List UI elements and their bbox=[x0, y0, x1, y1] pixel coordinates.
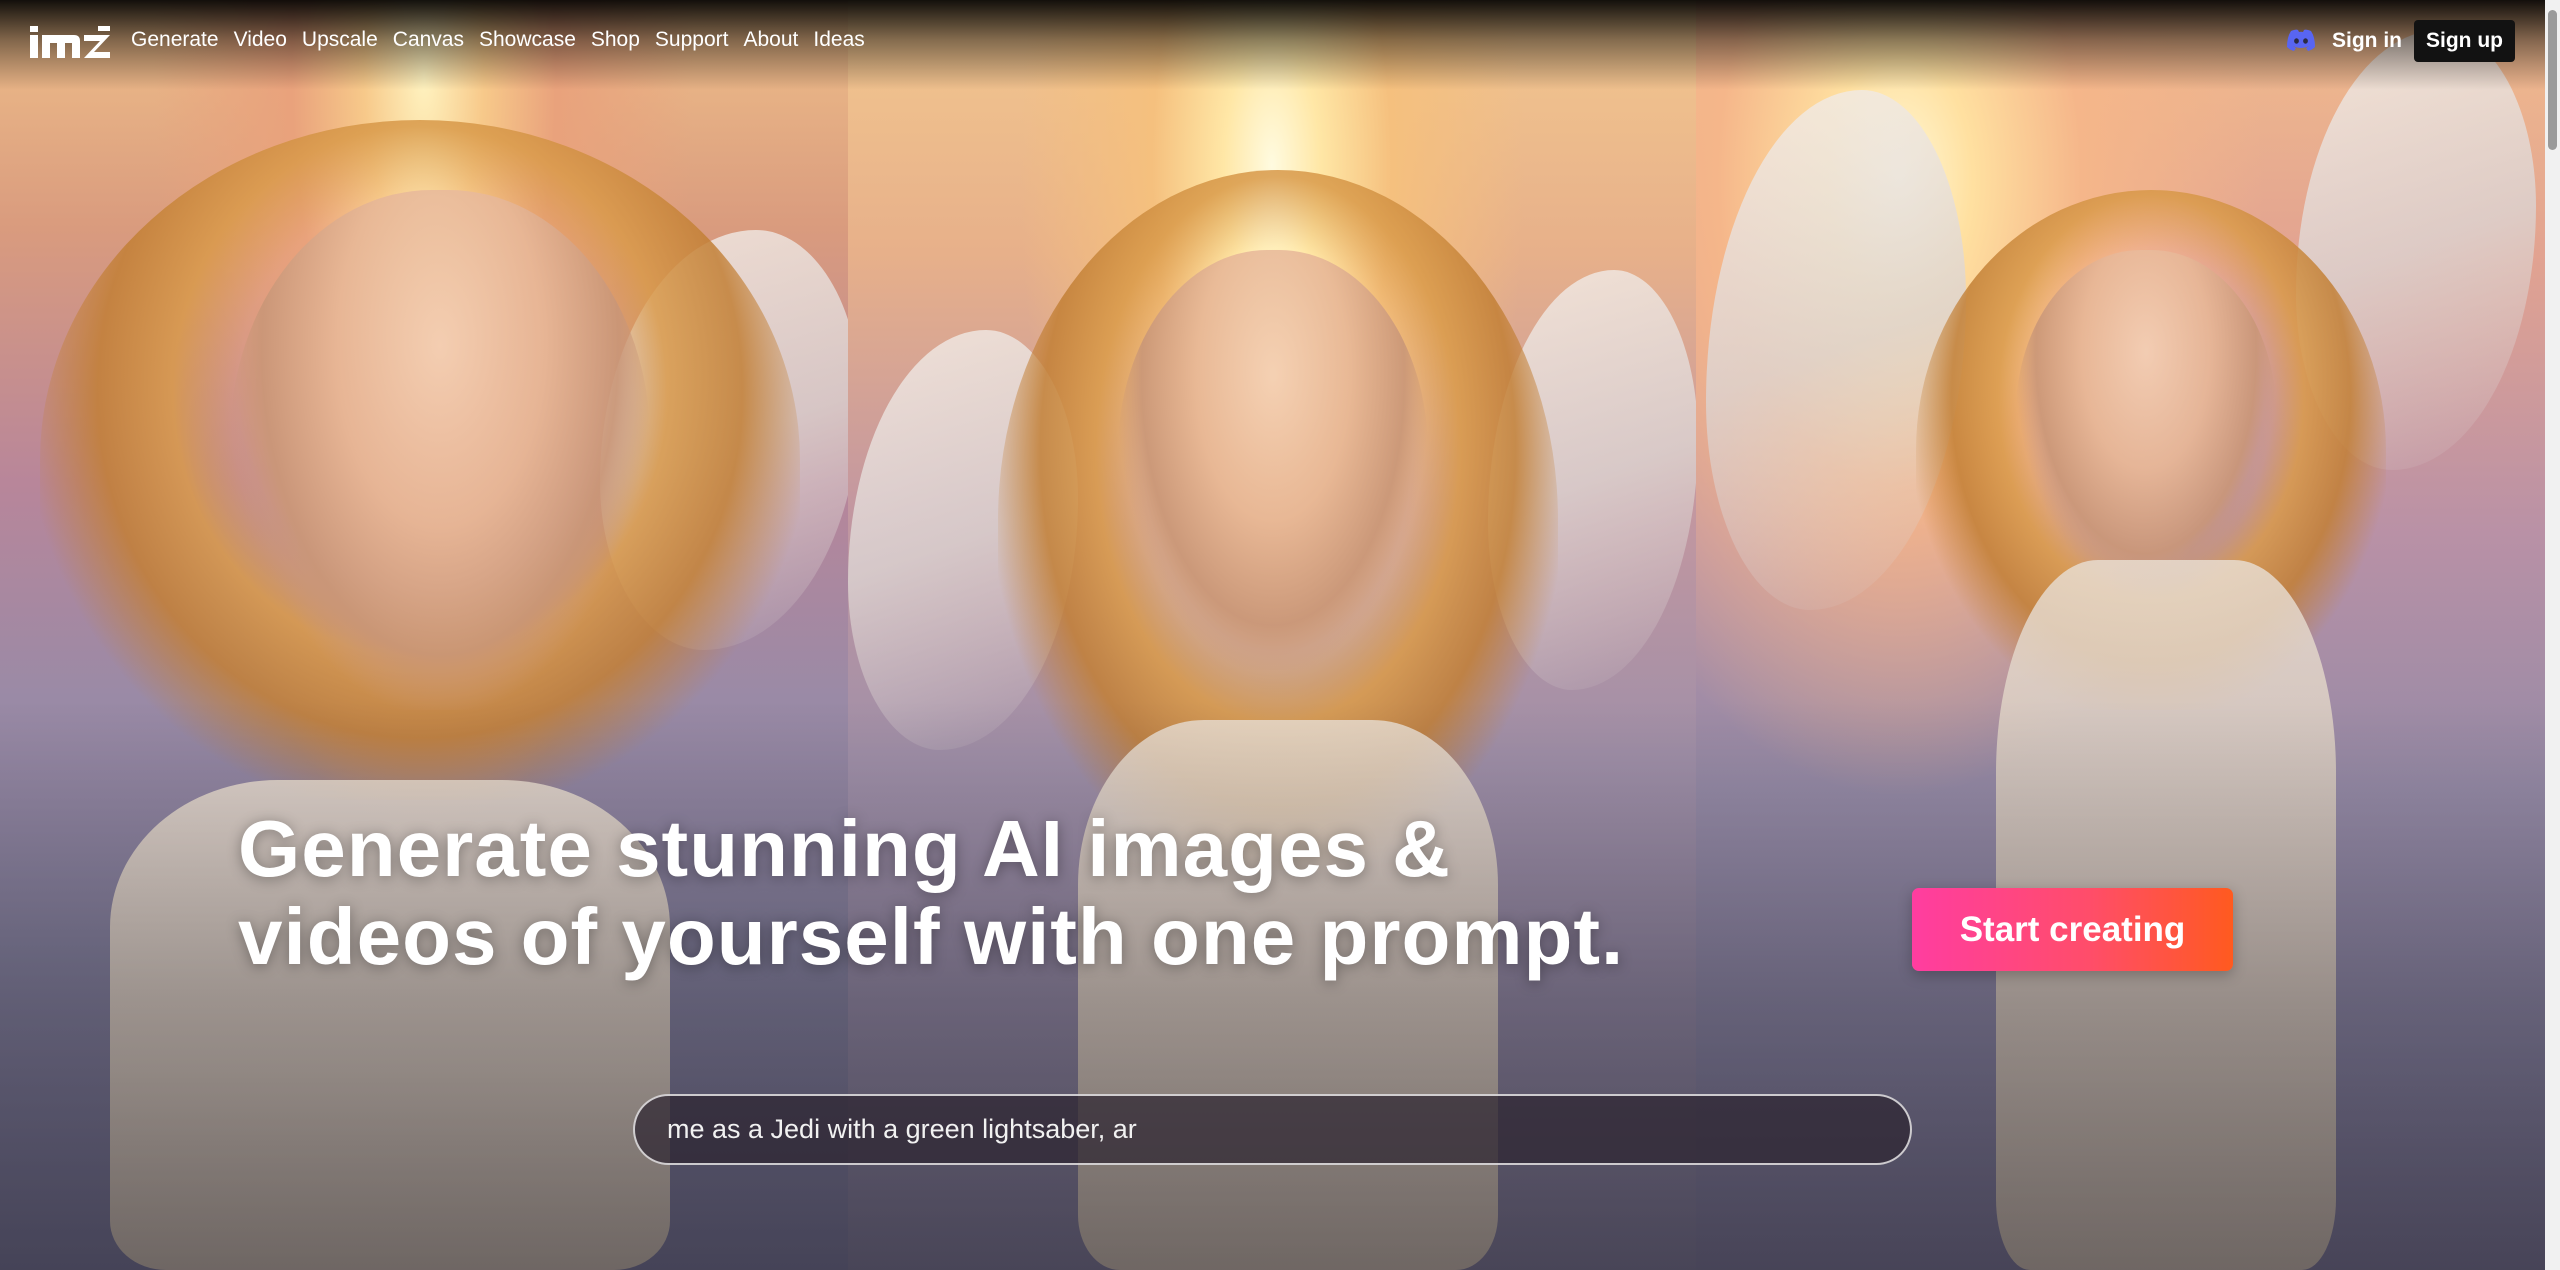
sign-up-button[interactable]: Sign up bbox=[2414, 20, 2515, 62]
sign-in-link[interactable]: Sign in bbox=[2332, 27, 2402, 55]
mz-logo-icon bbox=[30, 26, 110, 58]
nav-upscale[interactable]: Upscale bbox=[302, 26, 378, 54]
nav-showcase[interactable]: Showcase bbox=[479, 26, 576, 54]
nav-ideas[interactable]: Ideas bbox=[813, 26, 864, 54]
hero-headline: Generate stunning AI images & videos of … bbox=[238, 805, 1638, 981]
discord-icon[interactable] bbox=[2285, 28, 2317, 52]
nav-canvas[interactable]: Canvas bbox=[393, 26, 464, 54]
hero-headline-line-1: Generate stunning AI images & bbox=[238, 804, 1451, 893]
top-navbar: Generate Video Upscale Canvas Showcase S… bbox=[0, 0, 2545, 80]
start-creating-button[interactable]: Start creating bbox=[1912, 888, 2233, 971]
nav-generate[interactable]: Generate bbox=[131, 26, 219, 54]
nav-video[interactable]: Video bbox=[234, 26, 287, 54]
hero-overlay bbox=[0, 0, 2545, 1270]
hero-background bbox=[0, 0, 2545, 1270]
nav-shop[interactable]: Shop bbox=[591, 26, 640, 54]
nav-support[interactable]: Support bbox=[655, 26, 729, 54]
site-logo[interactable] bbox=[28, 22, 112, 60]
scrollbar-thumb[interactable] bbox=[2548, 10, 2557, 150]
prompt-input[interactable] bbox=[633, 1094, 1912, 1165]
page-scrollbar[interactable] bbox=[2545, 0, 2560, 1270]
hero-headline-line-2: videos of yourself with one prompt. bbox=[238, 892, 1625, 981]
nav-about[interactable]: About bbox=[743, 26, 798, 54]
main-nav: Generate Video Upscale Canvas Showcase S… bbox=[131, 26, 865, 54]
